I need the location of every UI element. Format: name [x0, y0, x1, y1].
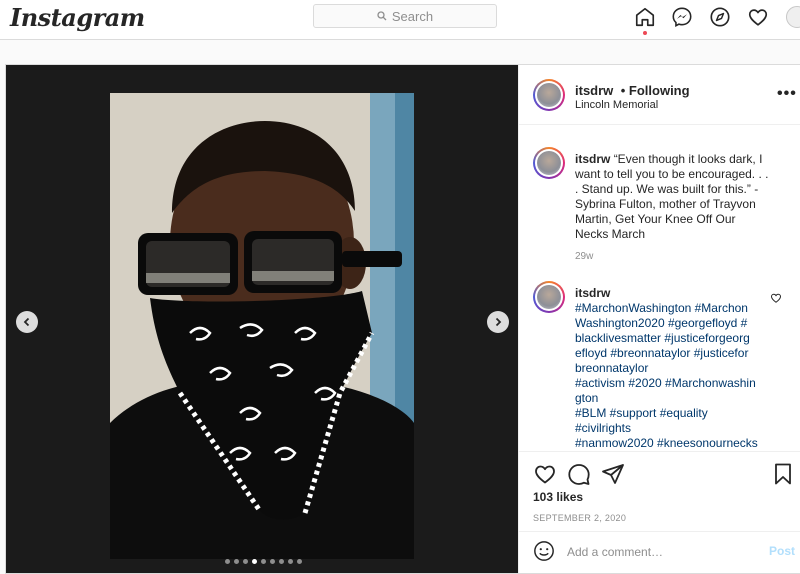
notification-dot: [643, 31, 647, 35]
share-paper-plane-icon[interactable]: [601, 462, 625, 486]
author-avatar[interactable]: [533, 79, 565, 111]
carousel-dot: [288, 559, 293, 564]
post-date[interactable]: SEPTEMBER 2, 2020: [533, 513, 626, 523]
hashtag-line[interactable]: #civilrights: [575, 421, 771, 436]
caption-author[interactable]: itsdrw: [575, 152, 610, 166]
search-placeholder: Search: [391, 8, 434, 24]
hashtag-line[interactable]: efloyd #breonnataylor #justicefor: [575, 346, 771, 361]
emoji-icon[interactable]: [533, 540, 555, 562]
carousel-dot: [279, 559, 284, 564]
hashtag-line[interactable]: breonnataylor: [575, 361, 771, 376]
hashtag-line[interactable]: #nanmow2020 #kneesonournecks: [575, 436, 771, 451]
post-header: itsdrw • Following Lincoln Memorial •••: [519, 65, 800, 125]
carousel-next-button[interactable]: [487, 311, 509, 333]
messenger-icon[interactable]: [671, 6, 693, 28]
hashtag-line[interactable]: blacklivesmatter #justiceforgeorg: [575, 331, 771, 346]
carousel-dot: [297, 559, 302, 564]
post-actions: 103 likes SEPTEMBER 2, 2020 Post: [519, 451, 800, 571]
like-heart-icon[interactable]: [533, 462, 557, 486]
activity-heart-icon[interactable]: [747, 6, 769, 28]
portrait-illustration: [110, 93, 414, 559]
comment-author[interactable]: itsdrw: [575, 286, 771, 301]
profile-avatar[interactable]: [786, 6, 800, 28]
carousel-dot: [234, 559, 239, 564]
post-side-panel: itsdrw • Following Lincoln Memorial ••• …: [518, 65, 800, 573]
author-username[interactable]: itsdrw: [575, 83, 613, 98]
carousel-dot: [270, 559, 275, 564]
post-media: [6, 65, 518, 573]
post-comment-button[interactable]: Post: [769, 544, 795, 558]
instagram-logo[interactable]: Instagram: [10, 3, 145, 32]
hashtag-line[interactable]: #MarchonWashington #Marchon: [575, 301, 771, 316]
like-count[interactable]: 103 likes: [533, 490, 583, 504]
post-location[interactable]: Lincoln Memorial: [575, 99, 658, 111]
follow-status[interactable]: • Following: [621, 83, 690, 98]
search-icon: [377, 11, 387, 21]
home-icon[interactable]: [634, 6, 656, 28]
caption-timestamp[interactable]: 29w: [575, 251, 593, 262]
chevron-right-icon: [495, 317, 502, 327]
hashtag-line[interactable]: #activism #2020 #Marchonwashin: [575, 376, 771, 391]
save-bookmark-icon[interactable]: [771, 462, 795, 486]
add-comment-bar: Post: [519, 531, 800, 571]
post-photo: [110, 93, 414, 559]
comment-bubble-icon[interactable]: [567, 462, 591, 486]
more-options-icon[interactable]: •••: [777, 85, 797, 103]
chevron-left-icon: [23, 317, 30, 327]
carousel-indicator: [225, 559, 302, 564]
search-box[interactable]: Search: [313, 4, 497, 28]
comment-author-avatar[interactable]: [533, 281, 565, 313]
carousel-previous-button[interactable]: [16, 311, 38, 333]
hashtag-line[interactable]: #BLM #support #equality: [575, 406, 771, 421]
hashtag-line[interactable]: gton: [575, 391, 771, 406]
comment-input[interactable]: [567, 542, 757, 562]
carousel-dot: [225, 559, 230, 564]
explore-compass-icon[interactable]: [709, 6, 731, 28]
comment-like-heart-icon[interactable]: [770, 292, 782, 304]
carousel-dot: [252, 559, 257, 564]
top-navigation-bar: Instagram Search: [0, 0, 800, 40]
carousel-dot: [261, 559, 266, 564]
comment-item: itsdrw #MarchonWashington #Marchon Washi…: [575, 286, 771, 451]
carousel-dot: [243, 559, 248, 564]
post-card: itsdrw • Following Lincoln Memorial ••• …: [5, 64, 800, 574]
caption-text: itsdrw “Even though it looks dark, I wan…: [575, 152, 771, 242]
caption-author-avatar[interactable]: [533, 147, 565, 179]
hashtag-line[interactable]: Washington2020 #georgefloyd #: [575, 316, 771, 331]
